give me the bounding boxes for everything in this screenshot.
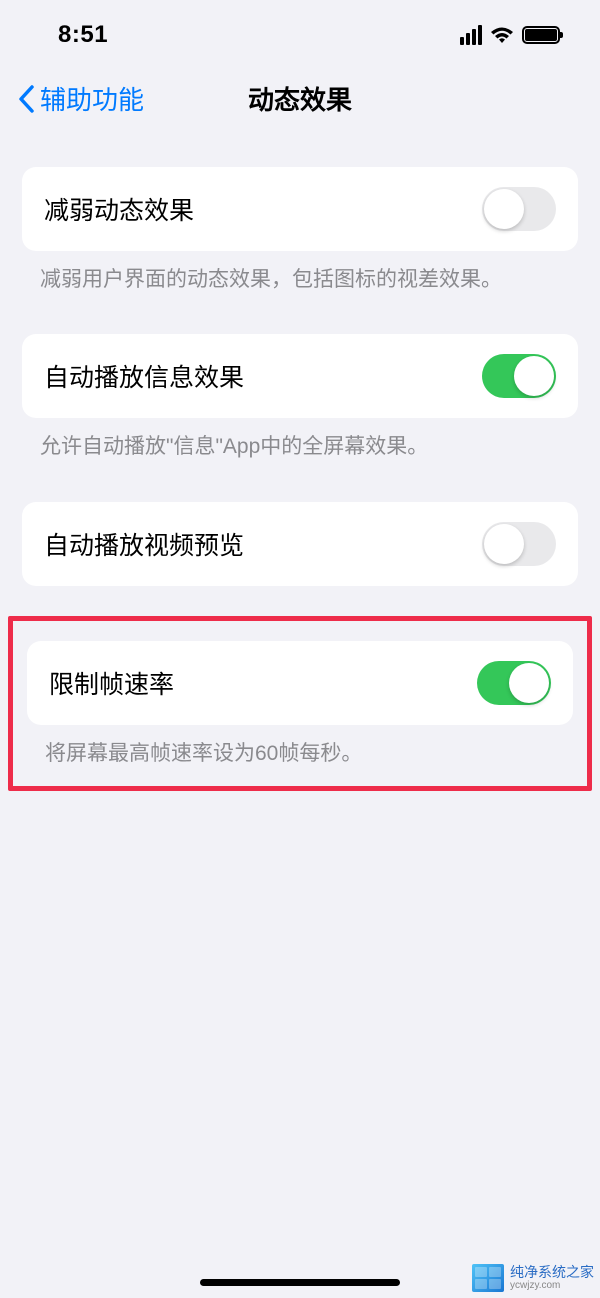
toggle-reduce-motion[interactable] bbox=[482, 187, 556, 231]
toggle-autoplay-messages[interactable] bbox=[482, 354, 556, 398]
home-indicator[interactable] bbox=[200, 1279, 400, 1286]
back-button[interactable]: 辅助功能 bbox=[18, 80, 144, 117]
back-label: 辅助功能 bbox=[40, 80, 144, 117]
cellular-signal-icon bbox=[460, 25, 482, 45]
setting-footer: 将屏幕最高帧速率设为60帧每秒。 bbox=[13, 725, 587, 778]
settings-content: 减弱动态效果 减弱用户界面的动态效果，包括图标的视差效果。 自动播放信息效果 允… bbox=[0, 145, 600, 791]
setting-label: 限制帧速率 bbox=[49, 665, 174, 701]
toggle-autoplay-video[interactable] bbox=[482, 522, 556, 566]
setting-row-autoplay-video[interactable]: 自动播放视频预览 bbox=[22, 502, 578, 586]
setting-label: 减弱动态效果 bbox=[44, 191, 194, 227]
wifi-icon bbox=[490, 26, 514, 44]
setting-row-reduce-motion[interactable]: 减弱动态效果 bbox=[22, 167, 578, 251]
watermark-name: 纯净系统之家 bbox=[510, 1265, 594, 1280]
highlight-annotation: 限制帧速率 将屏幕最高帧速率设为60帧每秒。 bbox=[8, 616, 592, 791]
chevron-left-icon bbox=[18, 85, 34, 113]
navigation-bar: 辅助功能 动态效果 bbox=[0, 60, 600, 145]
status-icons bbox=[460, 25, 560, 45]
watermark-logo-icon bbox=[472, 1264, 504, 1292]
setting-label: 自动播放信息效果 bbox=[44, 358, 244, 394]
page-title: 动态效果 bbox=[248, 80, 352, 117]
status-time: 8:51 bbox=[58, 21, 108, 49]
setting-label: 自动播放视频预览 bbox=[44, 526, 244, 562]
battery-icon bbox=[522, 26, 560, 44]
setting-row-limit-framerate[interactable]: 限制帧速率 bbox=[27, 641, 573, 725]
setting-footer: 允许自动播放"信息"App中的全屏幕效果。 bbox=[0, 418, 600, 485]
setting-footer: 减弱用户界面的动态效果，包括图标的视差效果。 bbox=[0, 251, 600, 318]
watermark-url: ycwjzy.com bbox=[510, 1280, 594, 1291]
status-bar: 8:51 bbox=[0, 0, 600, 60]
setting-row-autoplay-messages[interactable]: 自动播放信息效果 bbox=[22, 334, 578, 418]
toggle-limit-framerate[interactable] bbox=[477, 661, 551, 705]
watermark: 纯净系统之家 ycwjzy.com bbox=[472, 1264, 594, 1292]
